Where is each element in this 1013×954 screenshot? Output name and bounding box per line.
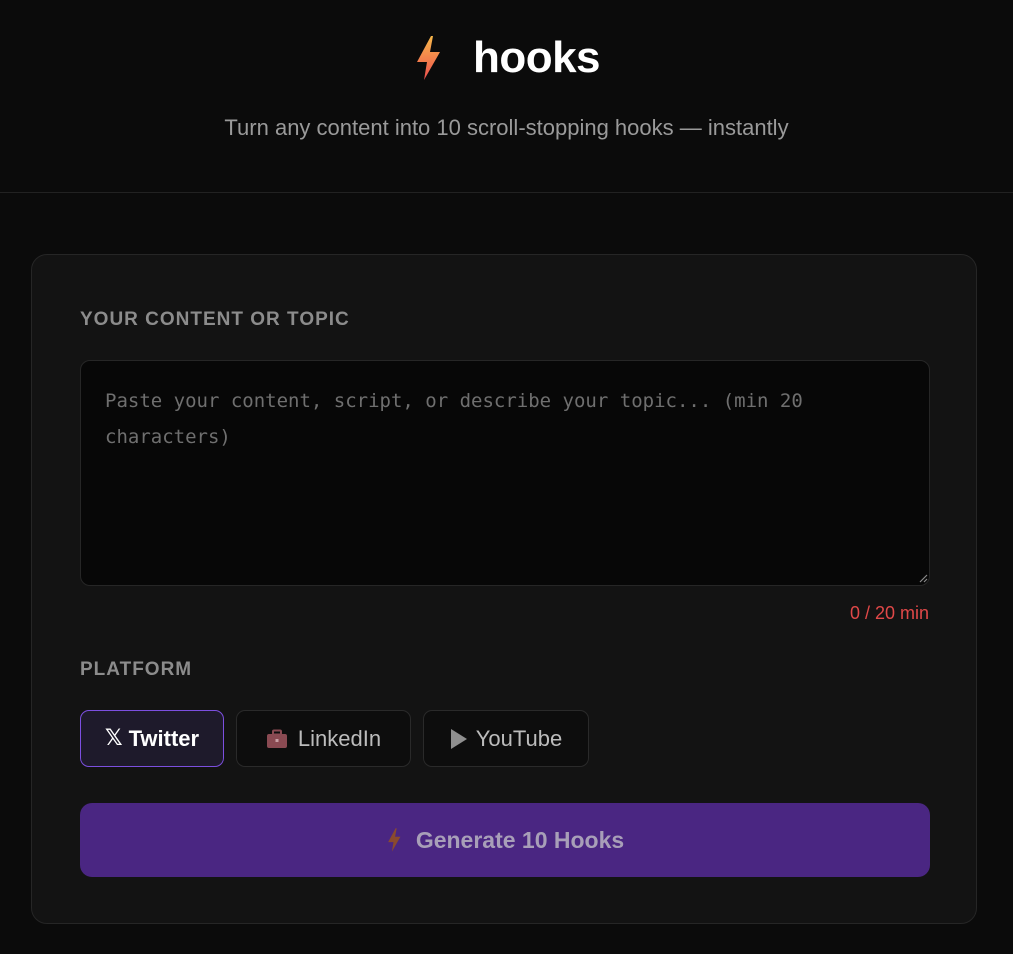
platform-label-linkedin: LinkedIn	[297, 725, 382, 751]
tagline: Turn any content into 10 scroll-stopping…	[224, 115, 789, 140]
x-logo-icon: 𝕏	[104, 726, 123, 751]
lightning-bolt-icon	[387, 828, 401, 852]
briefcase-icon	[266, 729, 287, 748]
platform-button-youtube[interactable]: YouTube	[423, 710, 589, 767]
resize-handle-icon[interactable]	[918, 573, 928, 583]
platform-button-twitter[interactable]: 𝕏 Twitter	[80, 710, 224, 767]
char-count: 0 / 20 min	[849, 603, 929, 623]
app-header: hooks Turn any content into 10 scroll-st…	[0, 0, 1013, 193]
brand: hooks	[0, 30, 1013, 86]
lightning-bolt-icon	[416, 36, 440, 80]
platform-button-linkedin[interactable]: LinkedIn	[236, 710, 411, 767]
brand-name: hooks	[472, 33, 601, 82]
platform-label: PLATFORM	[80, 659, 193, 680]
hook-generator-card: YOUR CONTENT OR TOPIC 0 / 20 min PLATFOR…	[31, 254, 977, 924]
platform-label-twitter: Twitter	[128, 725, 200, 751]
content-textarea[interactable]	[80, 360, 930, 586]
platform-label-youtube: YouTube	[475, 725, 563, 751]
content-label: YOUR CONTENT OR TOPIC	[80, 309, 350, 330]
generate-button-label: Generate 10 Hooks	[415, 826, 625, 853]
play-icon	[450, 728, 467, 749]
generate-button[interactable]: Generate 10 Hooks	[80, 803, 930, 877]
